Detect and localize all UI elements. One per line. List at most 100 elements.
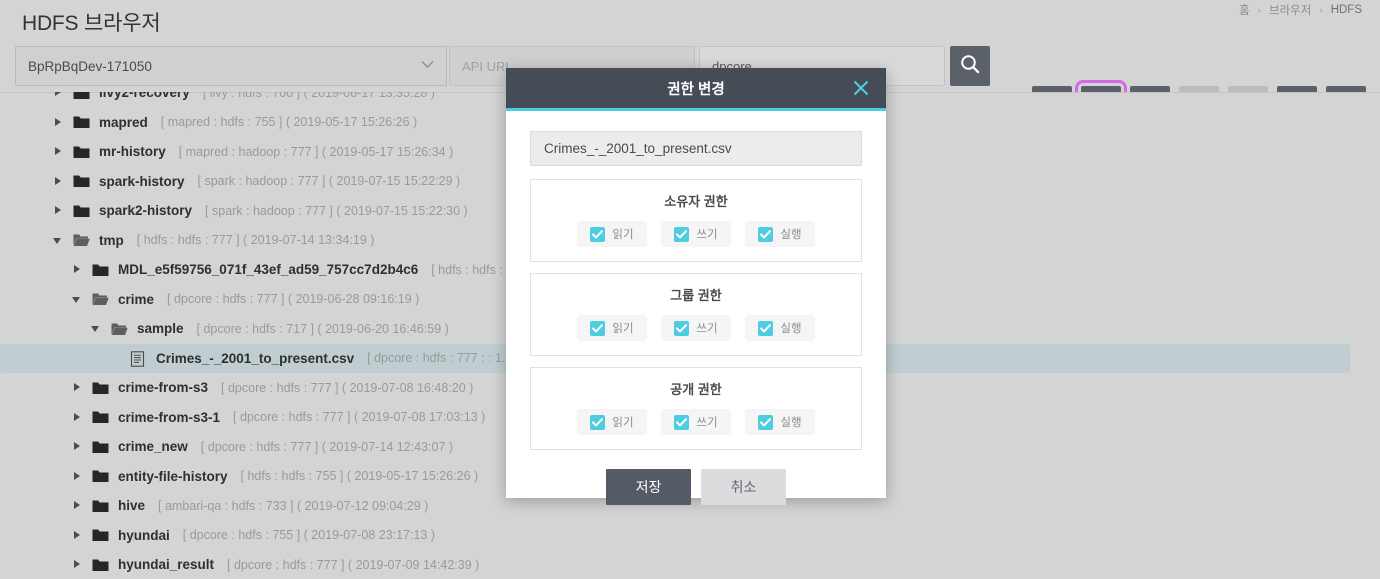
folder-closed-icon bbox=[92, 469, 109, 483]
permission-checkbox[interactable]: 읽기 bbox=[577, 409, 647, 435]
caret-right-icon[interactable] bbox=[72, 382, 83, 393]
caret-down-icon[interactable] bbox=[91, 323, 102, 334]
tree-row-meta: [ dpcore : hdfs : 777 ] ( 2019-07-09 14:… bbox=[227, 557, 480, 572]
search-button[interactable] bbox=[950, 46, 990, 86]
tree-row-meta: [ dpcore : hdfs : 777 ] ( 2019-06-28 09:… bbox=[167, 292, 420, 307]
tree-row-name: hive bbox=[118, 498, 146, 514]
tree-row-meta: [ dpcore : hdfs : 717 ] ( 2019-06-20 16:… bbox=[196, 321, 449, 336]
tree-row-meta: [ hdfs : hdfs : 777 ] ( 2019-07-14 13:34… bbox=[136, 233, 375, 248]
permission-checkbox-row: 읽기 쓰기 실행 bbox=[541, 221, 851, 247]
tree-row-name: spark2-history bbox=[99, 203, 193, 219]
permission-group-title: 공개 권한 bbox=[670, 382, 722, 397]
chevron-right-icon: › bbox=[1319, 4, 1323, 16]
permission-checkbox-row: 읽기 쓰기 실행 bbox=[541, 315, 851, 341]
permission-checkbox-label: 쓰기 bbox=[696, 417, 718, 429]
check-icon bbox=[674, 226, 690, 242]
chevron-down-icon bbox=[421, 60, 434, 72]
permission-checkbox-label: 읽기 bbox=[612, 417, 634, 429]
tree-row-name: hyundai bbox=[118, 527, 170, 543]
caret-right-icon[interactable] bbox=[53, 176, 64, 187]
permission-checkbox[interactable]: 실행 bbox=[745, 221, 815, 247]
caret-right-icon[interactable] bbox=[72, 530, 83, 541]
caret-right-icon[interactable] bbox=[72, 500, 83, 511]
permission-group: 소유자 권한읽기 쓰기 실행 bbox=[530, 179, 862, 262]
permission-checkbox[interactable]: 쓰기 bbox=[661, 409, 731, 435]
check-icon bbox=[674, 320, 690, 336]
filename-field[interactable]: Crimes_-_2001_to_present.csv bbox=[530, 131, 862, 166]
folder-closed-icon bbox=[73, 92, 90, 100]
check-icon bbox=[590, 226, 606, 242]
permission-checkbox-label: 읽기 bbox=[612, 229, 634, 241]
breadcrumb-home[interactable]: 홈 bbox=[1239, 2, 1250, 18]
tree-row-meta: [ dpcore : hdfs : 755 ] ( 2019-07-08 23:… bbox=[182, 528, 436, 543]
check-icon bbox=[758, 320, 774, 336]
tree-row[interactable]: hyundai [ dpcore : hdfs : 755 ] ( 2019-07… bbox=[0, 521, 1380, 551]
save-button[interactable]: 저장 bbox=[606, 469, 691, 505]
page-title: HDFS 브라우저 bbox=[22, 12, 161, 35]
folder-closed-icon bbox=[92, 263, 109, 277]
permission-checkbox[interactable]: 읽기 bbox=[577, 221, 647, 247]
folder-closed-icon bbox=[73, 204, 90, 218]
breadcrumb-browser[interactable]: 브라우저 bbox=[1269, 2, 1311, 18]
folder-closed-icon bbox=[92, 410, 109, 424]
tree-row-name: mr-history bbox=[99, 144, 166, 160]
folder-closed-icon bbox=[92, 528, 109, 542]
permission-checkbox[interactable]: 실행 bbox=[745, 315, 815, 341]
caret-right-icon[interactable] bbox=[53, 146, 64, 157]
tree-row-meta: [ mapred : hadoop : 777 ] ( 2019-05-17 1… bbox=[178, 144, 454, 159]
folder-closed-icon bbox=[92, 499, 109, 513]
breadcrumb: 홈 › 브라우저 › HDFS bbox=[1239, 2, 1362, 18]
tree-row-meta: [ hdfs : hdfs : 7 bbox=[431, 262, 514, 277]
tree-row-meta: [ spark : hadoop : 777 ] ( 2019-07-15 15… bbox=[197, 174, 461, 189]
folder-closed-icon bbox=[92, 381, 109, 395]
search-icon bbox=[959, 53, 981, 80]
caret-none bbox=[110, 353, 121, 364]
permission-checkbox-label: 실행 bbox=[780, 417, 802, 429]
caret-right-icon[interactable] bbox=[72, 264, 83, 275]
change-permission-dialog: 권한 변경 Crimes_-_2001_to_present.csv 소유자 권… bbox=[506, 68, 886, 505]
tree-row-meta: [ livy : hdfs : 700 ] ( 2019-06-17 13:35… bbox=[202, 92, 435, 100]
caret-right-icon[interactable] bbox=[53, 92, 64, 98]
permission-checkbox[interactable]: 쓰기 bbox=[661, 315, 731, 341]
permission-checkbox-label: 쓰기 bbox=[696, 323, 718, 335]
tree-row-name: crime-from-s3 bbox=[118, 380, 209, 396]
caret-right-icon[interactable] bbox=[53, 117, 64, 128]
caret-right-icon[interactable] bbox=[72, 441, 83, 452]
folder-open-icon bbox=[92, 292, 109, 306]
permission-checkbox[interactable]: 쓰기 bbox=[661, 221, 731, 247]
caret-down-icon[interactable] bbox=[72, 294, 83, 305]
tree-row[interactable]: hyundai_result [ dpcore : hdfs : 777 ] ( … bbox=[0, 550, 1380, 579]
dialog-body: Crimes_-_2001_to_present.csv 소유자 권한 읽기 쓰기 실… bbox=[506, 111, 886, 505]
permission-checkbox-label: 쓰기 bbox=[696, 229, 718, 241]
cancel-button[interactable]: 취소 bbox=[701, 469, 786, 505]
tree-row-name: crime bbox=[118, 291, 155, 307]
permission-checkbox[interactable]: 읽기 bbox=[577, 315, 647, 341]
permission-group: 공개 권한읽기 쓰기 실행 bbox=[530, 367, 862, 450]
tree-row-meta: [ dpcore : hdfs : 777 ] ( 2019-07-08 17:… bbox=[233, 410, 486, 425]
caret-right-icon[interactable] bbox=[72, 471, 83, 482]
dialog-header: 권한 변경 bbox=[506, 68, 886, 111]
caret-right-icon[interactable] bbox=[72, 559, 83, 570]
close-icon[interactable] bbox=[852, 79, 870, 97]
cluster-select[interactable]: BpRpBqDev-171050 bbox=[15, 46, 447, 86]
tree-row-meta: [ dpcore : hdfs : 777 : : 1.688 bbox=[367, 351, 527, 366]
permission-checkbox-row: 읽기 쓰기 실행 bbox=[541, 409, 851, 435]
tree-row-name: spark-history bbox=[99, 173, 185, 189]
folder-open-icon bbox=[73, 233, 90, 247]
permission-checkbox[interactable]: 실행 bbox=[745, 409, 815, 435]
folder-closed-icon bbox=[73, 145, 90, 159]
permission-group-title: 소유자 권한 bbox=[664, 194, 728, 209]
caret-right-icon[interactable] bbox=[72, 412, 83, 423]
folder-closed-icon bbox=[92, 558, 109, 572]
permission-group: 그룹 권한 읽기 쓰기 실행 bbox=[530, 273, 862, 356]
permission-checkbox-label: 실행 bbox=[780, 229, 802, 241]
check-icon bbox=[590, 414, 606, 430]
permission-checkbox-label: 실행 bbox=[780, 323, 802, 335]
tree-row-name: sample bbox=[137, 321, 184, 337]
tree-row-meta: [ ambari-qa : hdfs : 733 ] ( 2019-07-12 … bbox=[158, 498, 429, 513]
folder-closed-icon bbox=[73, 174, 90, 188]
tree-row-meta: [ spark : hadoop : 777 ] ( 2019-07-15 15… bbox=[205, 203, 468, 218]
caret-right-icon[interactable] bbox=[53, 205, 64, 216]
tree-row-name: entity-file-history bbox=[118, 468, 228, 484]
caret-down-icon[interactable] bbox=[53, 235, 64, 246]
